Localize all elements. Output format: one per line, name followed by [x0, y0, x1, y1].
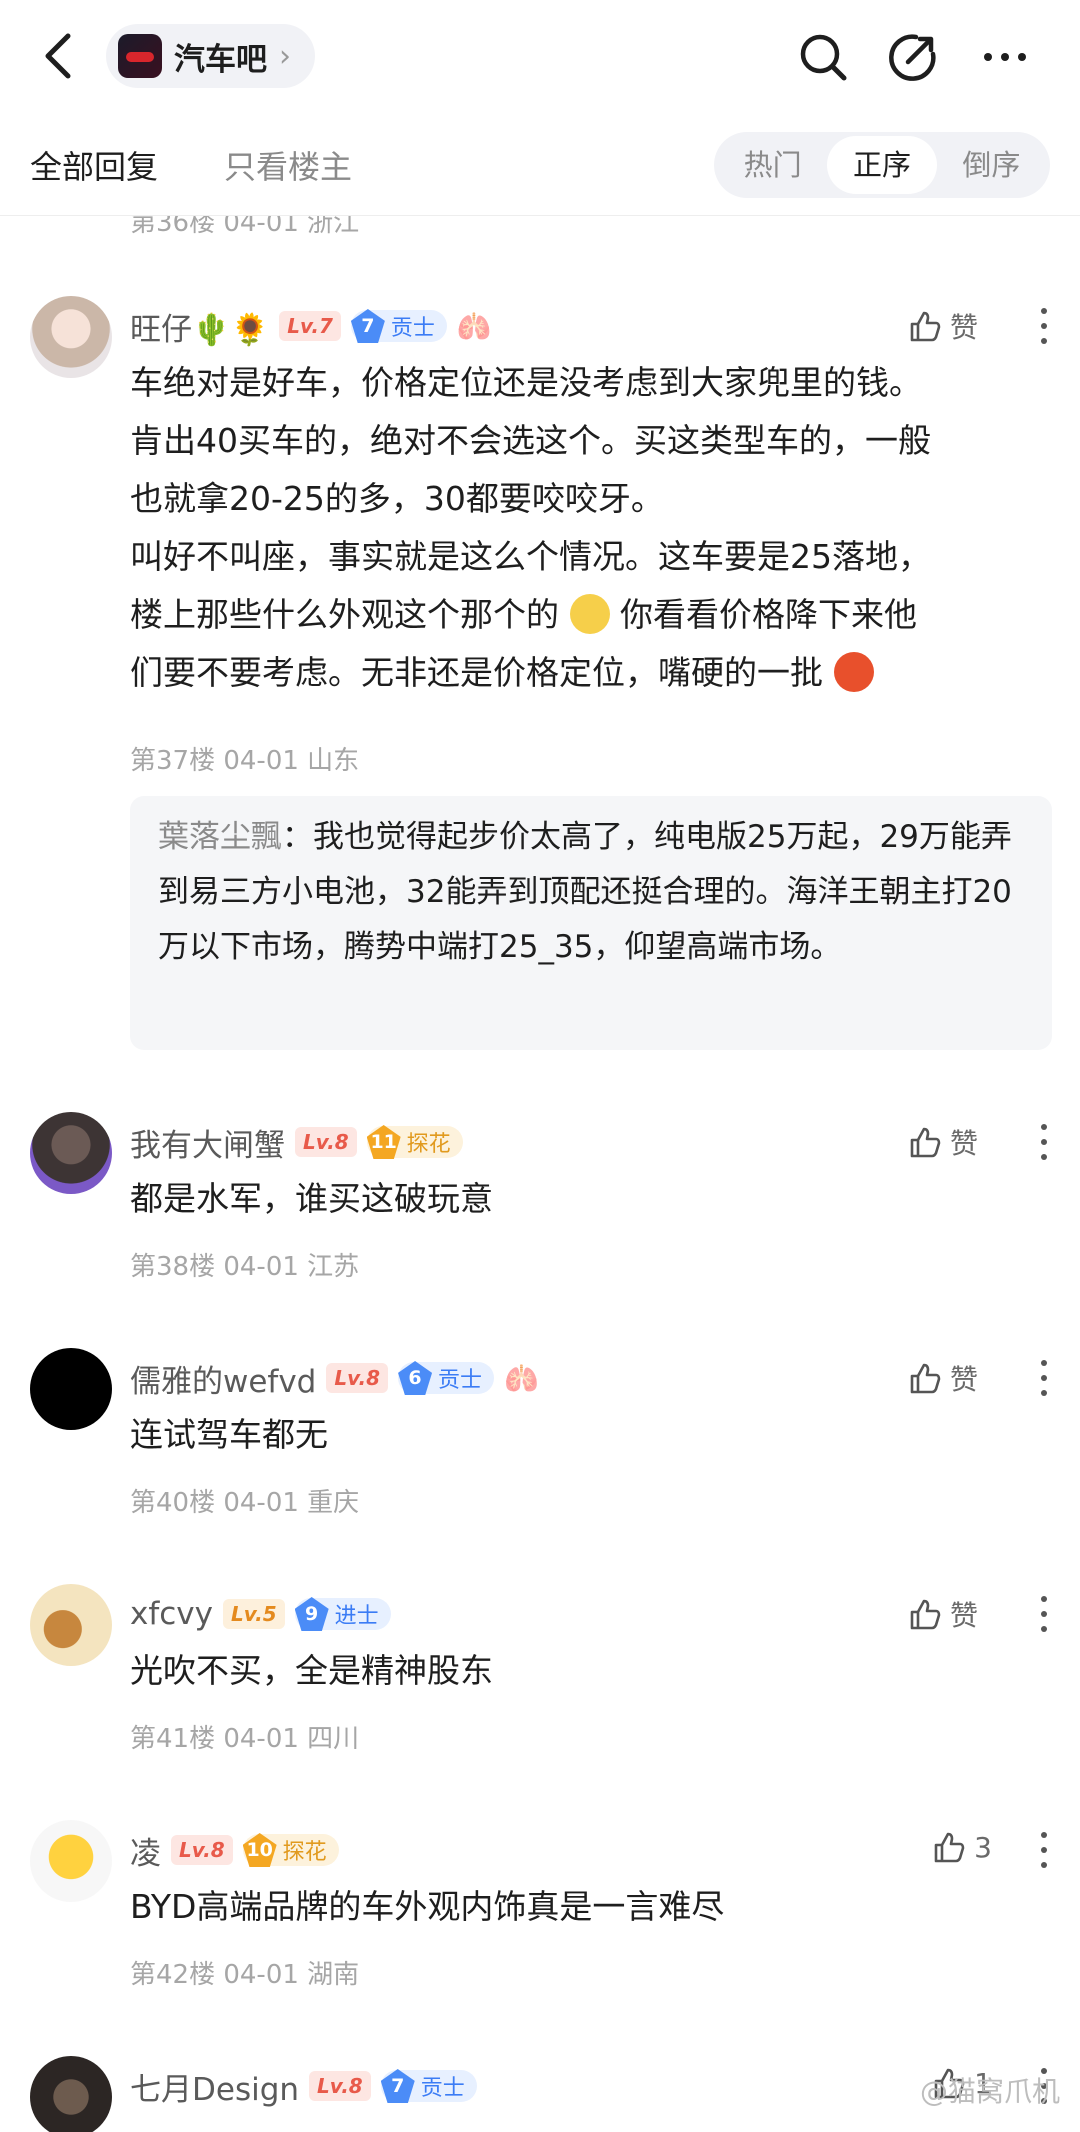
back-icon[interactable]: [38, 30, 78, 82]
floor-meta: 第40楼 04-01 重庆: [130, 1488, 360, 1518]
reply-content: 车绝对是好车，价格定位还是没考虑到大家兜里的钱。 肯出40买车的，绝对不会选这个…: [130, 363, 931, 692]
reply-list: 第36楼 04-01 浙江 旺仔🌵🌻 Lv.7 7 贡士 🫁 赞 车绝对是好车，价…: [0, 216, 1080, 2132]
vertical-more-icon[interactable]: [1038, 1356, 1050, 1400]
vertical-more-icon[interactable]: [1038, 1120, 1050, 1164]
more-icon[interactable]: [978, 30, 1032, 84]
like-button[interactable]: 3: [932, 1830, 992, 1864]
thumb-up-icon: [910, 1599, 941, 1630]
rank-badge: 11 探花: [366, 1125, 463, 1159]
forum-logo: [118, 34, 162, 78]
username[interactable]: 旺仔🌵🌻: [130, 304, 269, 349]
reply-content: BYD高端品牌的车外观内饰真是一言难尽: [130, 1887, 725, 1926]
like-label: 赞: [949, 1127, 978, 1160]
reply-content: 光吹不买，全是精神股东: [130, 1651, 493, 1690]
floor-meta: 第38楼 04-01 江苏: [130, 1252, 360, 1282]
level-badge: Lv.5: [223, 1599, 285, 1629]
like-count: 3: [974, 1830, 992, 1864]
thumb-up-icon: [910, 1363, 941, 1394]
sub-reply[interactable]: 葉落尘飄：我也觉得起步价太高了，纯电版25万起，29万能弄到易三方小电池，32能…: [130, 796, 1052, 1050]
username[interactable]: 凌: [130, 1828, 161, 1873]
vertical-more-icon[interactable]: [1038, 1828, 1050, 1872]
reply-content: 都是水军，谁买这破玩意: [130, 1179, 493, 1218]
username[interactable]: 七月Design: [130, 2064, 299, 2109]
thumb-up-icon: [934, 1832, 965, 1863]
tab-all-replies[interactable]: 全部回复: [30, 142, 158, 188]
thumb-up-icon: [910, 1127, 941, 1158]
tab-op-only[interactable]: 只看楼主: [224, 142, 352, 188]
thumb-up-icon: [910, 311, 941, 342]
like-button[interactable]: 赞: [908, 306, 978, 346]
forum-name: 汽车吧: [174, 41, 267, 78]
share-edit-icon[interactable]: [886, 30, 940, 84]
top-bar: 汽车吧 ›: [0, 0, 1080, 118]
floor-meta: 第41楼 04-01 四川: [130, 1724, 360, 1754]
decoration-icon: 🫁: [456, 309, 492, 343]
like-label: 赞: [949, 311, 978, 344]
level-badge: Lv.8: [171, 1835, 233, 1865]
avatar[interactable]: [30, 1584, 112, 1666]
sort-hot[interactable]: 热门: [718, 136, 827, 194]
reply-filter-bar: 全部回复 只看楼主 热门 正序 倒序: [0, 118, 1080, 216]
angry-emoji-icon: [833, 652, 874, 692]
rank-badge: 10 探花: [242, 1833, 339, 1867]
floor-meta: 第36楼 04-01 浙江: [130, 216, 360, 238]
rank-badge: 6 贡士: [398, 1361, 495, 1395]
sort-toggle: 热门 正序 倒序: [714, 132, 1050, 198]
like-label: 赞: [949, 1363, 978, 1396]
decoration-icon: 🫁: [504, 1361, 539, 1395]
like-label: 赞: [949, 1599, 978, 1632]
sweat-emoji-icon: [569, 594, 610, 634]
level-badge: Lv.7: [279, 311, 341, 341]
avatar[interactable]: [30, 1348, 112, 1430]
search-icon[interactable]: [796, 30, 850, 84]
avatar[interactable]: [30, 296, 112, 378]
username[interactable]: 儒雅的wefvd: [130, 1356, 316, 1401]
floor-meta: 第37楼 04-01 山东: [130, 746, 360, 776]
sort-ascending[interactable]: 正序: [827, 136, 937, 194]
sort-descending[interactable]: 倒序: [937, 136, 1046, 194]
avatar[interactable]: [30, 1820, 112, 1902]
like-button[interactable]: 赞: [908, 1358, 978, 1398]
rank-badge: 7 贡士: [380, 2069, 477, 2103]
avatar[interactable]: [30, 2056, 112, 2132]
avatar[interactable]: [30, 1112, 112, 1194]
username[interactable]: 我有大闸蟹: [130, 1120, 285, 1165]
rank-badge: 7 贡士: [350, 309, 447, 343]
chevron-right-icon: ›: [279, 38, 291, 74]
like-button[interactable]: 赞: [908, 1594, 978, 1634]
like-button[interactable]: 赞: [908, 1122, 978, 1162]
vertical-more-icon[interactable]: [1038, 1592, 1050, 1636]
level-badge: Lv.8: [309, 2071, 371, 2101]
username[interactable]: xfcvy: [130, 1596, 213, 1632]
floor-meta: 第42楼 04-01 湖南: [130, 1960, 360, 1990]
vertical-more-icon[interactable]: [1038, 304, 1050, 348]
sub-reply-text: ：我也觉得起步价太高了，纯电版25万起，29万能弄到易三方小电池，32能弄到顶配…: [158, 819, 1012, 965]
rank-badge: 9 进士: [294, 1597, 391, 1631]
reply-content: 连试驾车都无: [130, 1415, 328, 1454]
level-badge: Lv.8: [295, 1127, 357, 1157]
watermark: @猫窝爪机: [919, 2075, 1060, 2108]
level-badge: Lv.8: [326, 1363, 389, 1393]
sub-reply-username[interactable]: 葉落尘飄: [158, 819, 282, 855]
forum-chip[interactable]: 汽车吧 ›: [106, 24, 315, 88]
